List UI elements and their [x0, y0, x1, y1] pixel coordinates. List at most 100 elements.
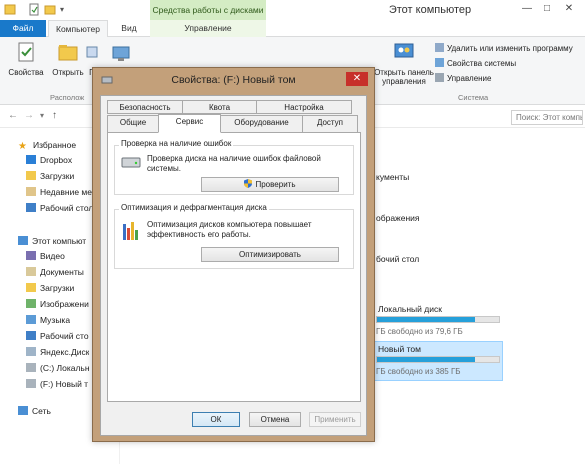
- apply-button[interactable]: Применить: [309, 412, 361, 427]
- tab-tools[interactable]: Сервис: [158, 114, 221, 133]
- tab-file[interactable]: Файл: [0, 20, 46, 37]
- close-window-button[interactable]: ✕: [562, 3, 576, 15]
- content-documents[interactable]: кументы: [376, 172, 409, 182]
- new-volume-free: ГБ свободно из 385 ГБ: [376, 367, 461, 376]
- rename-icon: [86, 46, 98, 58]
- new-folder-qat-icon[interactable]: [44, 3, 56, 16]
- system-group-label: Система: [458, 93, 489, 102]
- maximize-button[interactable]: □: [540, 3, 554, 15]
- nav-video[interactable]: Видео: [26, 249, 65, 263]
- optimize-text-1: Оптимизация дисков компьютера повышает: [147, 220, 312, 229]
- nav-favorites[interactable]: ★ Избранное: [18, 138, 76, 152]
- history-dropdown-icon[interactable]: ▾: [40, 111, 44, 120]
- window-title: Этот компьютер: [388, 4, 472, 16]
- local-disk-title[interactable]: Локальный диск: [378, 304, 442, 314]
- desktop-icon: [26, 203, 36, 212]
- properties-button[interactable]: Свойства: [6, 41, 46, 77]
- access-media-button[interactable]: [110, 43, 132, 70]
- check-button-label: Проверить: [255, 180, 296, 189]
- dialog-title: Свойства: (F:) Новый том: [171, 74, 296, 86]
- recent-folder-icon: [26, 187, 36, 196]
- nav-desktop2[interactable]: Рабочий сто: [26, 329, 89, 343]
- nav-desktop2-label: Рабочий сто: [40, 331, 89, 341]
- tab-general[interactable]: Общие: [107, 115, 159, 133]
- system-properties-label: Свойства системы: [447, 59, 517, 68]
- manage-icon: [435, 73, 444, 82]
- manage-label: Управление: [447, 74, 492, 83]
- error-check-legend: Проверка на наличие ошибок: [119, 139, 234, 148]
- nav-favorites-label: Избранное: [33, 140, 77, 150]
- manage-button[interactable]: Управление: [435, 73, 491, 85]
- optimize-text-2: эффективность его работы.: [147, 230, 251, 239]
- qat-dropdown-icon[interactable]: ▾: [60, 3, 72, 16]
- nav-downloads2[interactable]: Загрузки: [26, 281, 74, 295]
- cancel-button[interactable]: Отмена: [249, 412, 301, 427]
- control-panel-label-1: Открыть панель: [374, 68, 434, 77]
- nav-downloads-label: Загрузки: [40, 171, 75, 181]
- nav-video-label: Видео: [40, 251, 65, 261]
- content-desktop[interactable]: бочий стол: [376, 254, 419, 264]
- back-arrow-icon[interactable]: ←: [8, 110, 18, 121]
- hard-drive-icon: [121, 157, 141, 168]
- nav-this-pc[interactable]: Этот компьют: [18, 234, 86, 248]
- tab-security[interactable]: Безопасность: [107, 100, 183, 114]
- nav-drive-f[interactable]: (F:) Новый т: [26, 377, 88, 391]
- location-group-label: Располож: [50, 93, 85, 102]
- ok-button[interactable]: ОК: [192, 412, 240, 427]
- optimize-group: Оптимизация и дефрагментация диска Оптим…: [114, 203, 354, 269]
- open-button[interactable]: Открыть: [48, 41, 88, 77]
- new-volume-title[interactable]: Новый том: [378, 344, 421, 354]
- images-folder-icon: [26, 299, 36, 308]
- error-check-text-1: Проверка диска на наличие ошибок файлово…: [147, 154, 321, 163]
- uninstall-label: Удалить или изменить программу: [447, 44, 573, 53]
- minimize-button[interactable]: —: [520, 3, 534, 15]
- drive-icon: [26, 379, 36, 388]
- nav-yandex-disk[interactable]: Яндекс.Диск: [26, 345, 89, 359]
- dialog-close-button[interactable]: ✕: [346, 72, 368, 86]
- app-explorer-icon: [4, 4, 16, 15]
- nav-drive-c[interactable]: (C:) Локальн: [26, 361, 90, 375]
- uninstall-program-button[interactable]: Удалить или изменить программу: [435, 43, 573, 55]
- nav-dropbox[interactable]: Dropbox: [26, 153, 72, 167]
- tab-sharing[interactable]: Доступ: [302, 115, 358, 133]
- nav-recent-label: Недавние ме: [40, 187, 92, 197]
- properties-qat-icon[interactable]: [28, 3, 40, 16]
- optimize-button[interactable]: Оптимизировать: [201, 247, 339, 262]
- video-folder-icon: [26, 251, 36, 260]
- nav-recent[interactable]: Недавние ме: [26, 185, 92, 199]
- up-arrow-icon[interactable]: ↑: [52, 110, 57, 121]
- tab-quota[interactable]: Квота: [182, 100, 257, 114]
- check-button[interactable]: Проверить: [201, 177, 339, 192]
- nav-desktop[interactable]: Рабочий стол: [26, 201, 93, 215]
- nav-documents[interactable]: Документы: [26, 265, 84, 279]
- forward-arrow-icon[interactable]: →: [24, 110, 34, 121]
- media-icon: [112, 46, 130, 61]
- nav-music[interactable]: Музыка: [26, 313, 70, 327]
- search-input[interactable]: Поиск: Этот компь: [511, 110, 583, 125]
- properties-label: Свойства: [8, 68, 44, 77]
- computer-icon: [18, 236, 28, 245]
- tab-customize[interactable]: Настройка: [256, 100, 352, 114]
- nav-desktop-label: Рабочий стол: [40, 203, 94, 213]
- documents-folder-icon: [26, 267, 36, 276]
- dropbox-icon: [26, 155, 36, 164]
- nav-images[interactable]: Изображени: [26, 297, 89, 311]
- title-bar: ▾ Средства работы с дисками Этот компьют…: [0, 0, 585, 20]
- downloads-folder-icon: [26, 283, 36, 292]
- nav-images-label: Изображени: [40, 299, 89, 309]
- open-control-panel-button[interactable]: Открыть панель управления: [374, 41, 434, 86]
- tab-manage[interactable]: Управление: [150, 20, 266, 37]
- open-folder-icon: [58, 45, 78, 61]
- system-properties-button[interactable]: Свойства системы: [435, 58, 516, 70]
- tab-hardware[interactable]: Оборудование: [220, 115, 303, 133]
- tab-computer[interactable]: Компьютер: [48, 20, 108, 38]
- local-disk-usage-fill: [377, 317, 475, 322]
- error-check-text-2: системы.: [147, 164, 181, 173]
- nav-network[interactable]: Сеть: [18, 404, 51, 418]
- uac-shield-icon: [244, 179, 253, 188]
- tab-view[interactable]: Вид: [112, 20, 146, 37]
- nav-downloads[interactable]: Загрузки: [26, 169, 74, 183]
- content-images[interactable]: ображения: [376, 213, 420, 223]
- desktop-icon: [26, 331, 36, 340]
- error-check-group: Проверка на наличие ошибок Проверка диск…: [114, 139, 354, 195]
